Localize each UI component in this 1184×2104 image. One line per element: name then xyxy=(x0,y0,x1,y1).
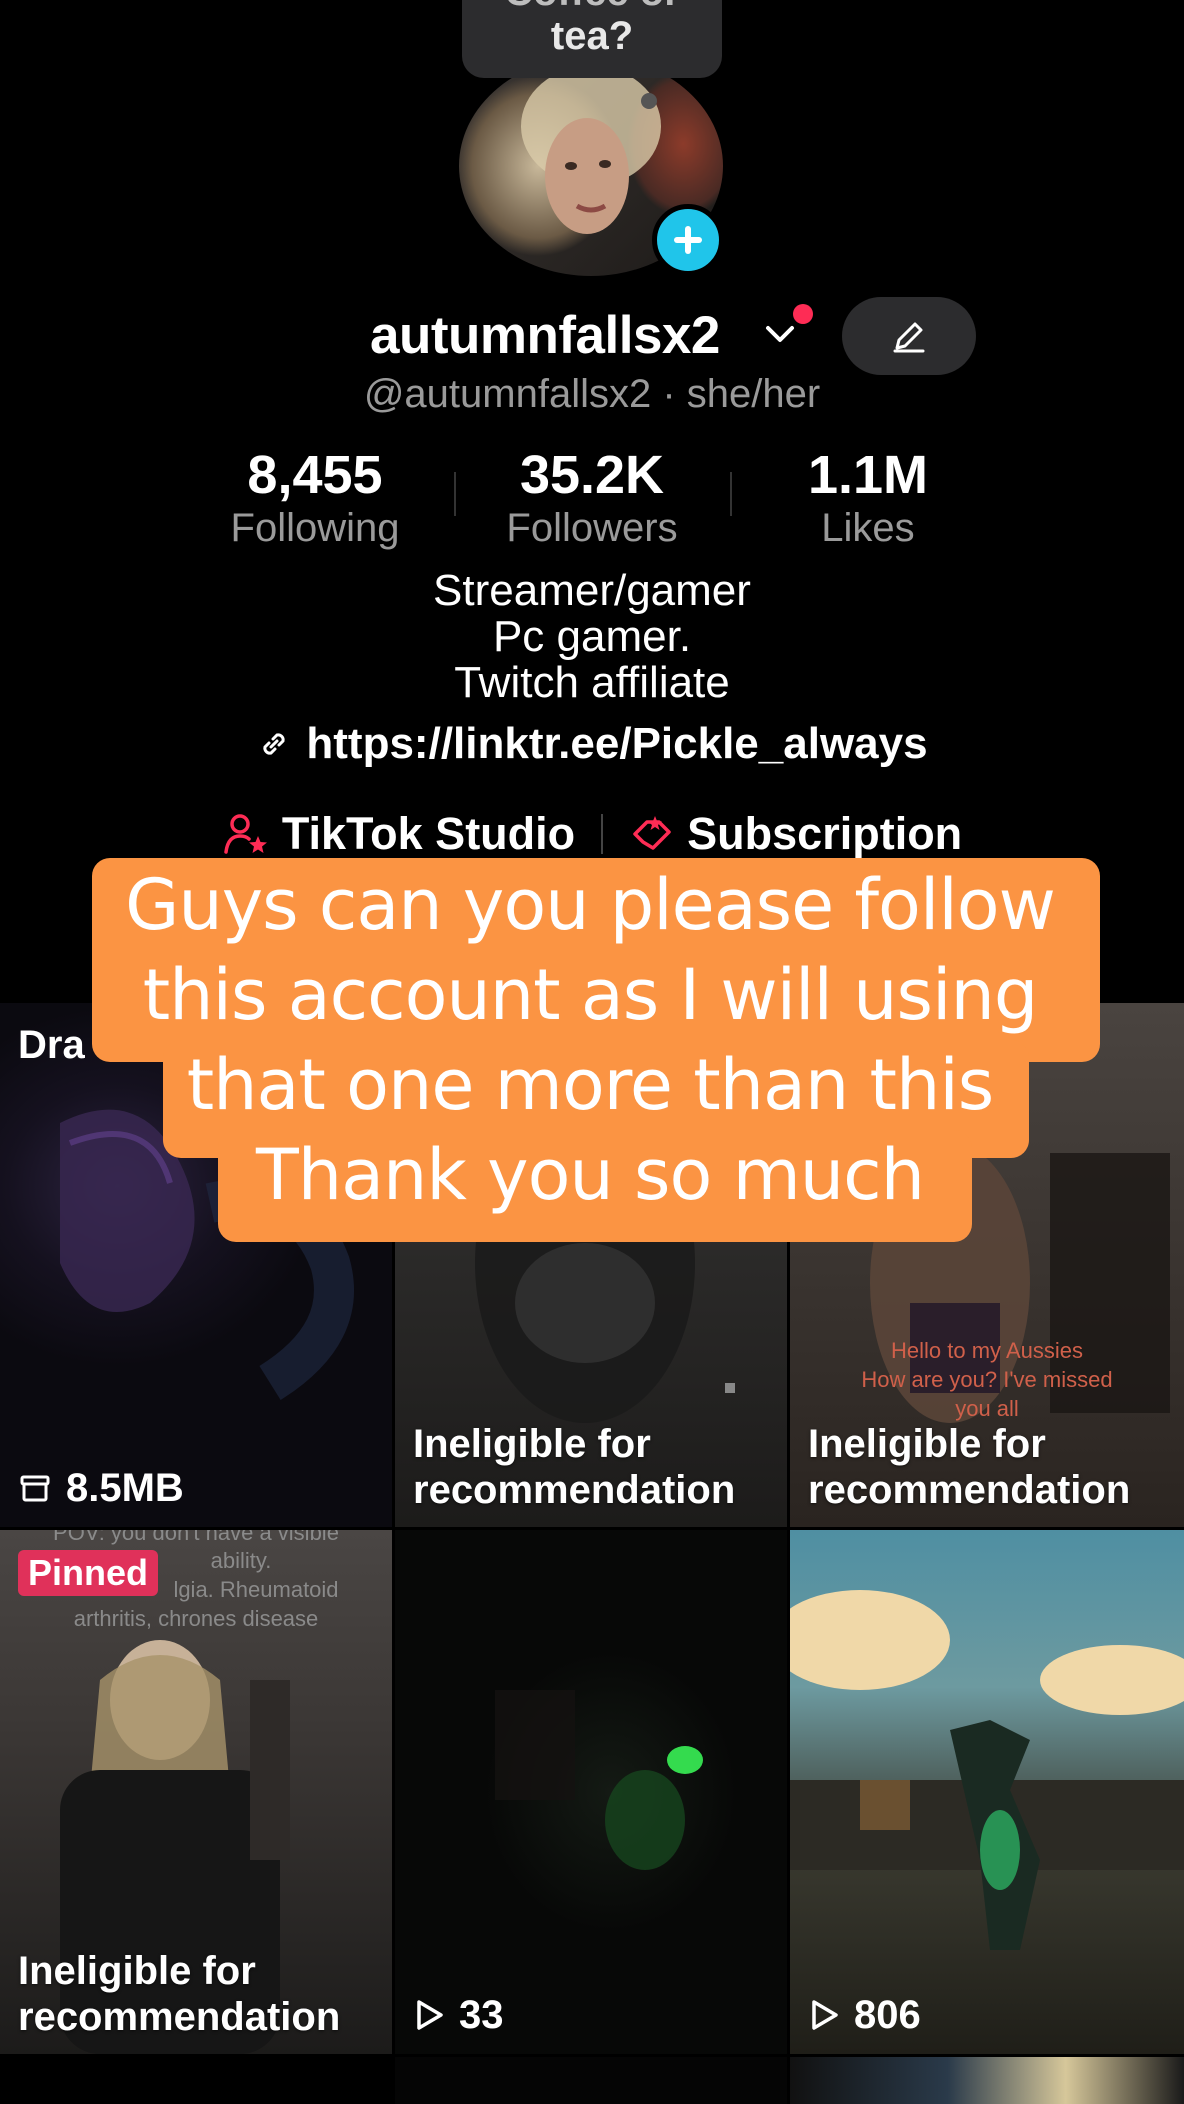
handle-pronouns: @autumnfallsx2 · she/her xyxy=(363,372,821,416)
ineligible-line1: Ineligible for xyxy=(413,1422,651,1466)
followers-count: 35.2K xyxy=(519,445,665,505)
stat-followers[interactable]: 35.2K Followers xyxy=(462,444,722,550)
video-tile[interactable] xyxy=(395,2057,787,2104)
bio-line: Twitch affiliate xyxy=(454,658,730,707)
likes-label: Likes xyxy=(821,506,915,550)
subscription-label: Subscription xyxy=(687,808,963,859)
draft-size: 8.5MB xyxy=(18,1465,184,1511)
caption-line: this account as I will using xyxy=(142,954,1039,1036)
caption-line: Thank you so much xyxy=(256,1134,925,1216)
stat-likes[interactable]: 1.1M Likes xyxy=(738,444,998,550)
overlay-line: you all xyxy=(955,1396,1019,1421)
username[interactable]: autumnfallsx2 xyxy=(370,306,720,366)
bio-line: Pc gamer. xyxy=(492,612,692,661)
studio-row: TikTok Studio Subscription xyxy=(0,808,1184,860)
bio-line: Streamer/gamer xyxy=(433,566,751,615)
view-count-text: 33 xyxy=(459,1993,504,2037)
video-tile[interactable] xyxy=(0,2057,392,2104)
overlay-line: arthritis, chrones disease xyxy=(73,1606,319,1631)
view-count-text: 806 xyxy=(854,1993,921,2037)
ineligible-label: Ineligible for recommendation xyxy=(413,1421,735,1513)
following-label: Following xyxy=(230,506,400,550)
plus-icon xyxy=(674,226,702,254)
play-icon xyxy=(812,2000,838,2030)
overlay-line: POV: you don't have a visible xyxy=(53,1530,339,1545)
video-tile-pinned[interactable]: POV: you don't have a visible ability. l… xyxy=(0,1530,392,2054)
bio-link[interactable]: https://linktr.ee/Pickle_always xyxy=(0,718,1184,770)
status-bubble-line2: tea? xyxy=(550,14,634,58)
view-count: 33 xyxy=(413,1992,504,2038)
video-tile[interactable] xyxy=(790,2057,1184,2104)
overlay-line: Hello to my Aussies xyxy=(891,1338,1083,1363)
pencil-icon xyxy=(893,322,925,353)
notification-dot xyxy=(793,304,813,324)
creator-star-icon xyxy=(224,814,267,854)
video-thumbnail xyxy=(790,1590,1184,1950)
video-tile[interactable]: 806 xyxy=(790,1530,1184,2054)
archive-icon xyxy=(20,1475,50,1502)
ineligible-line1: Ineligible for xyxy=(808,1422,1046,1466)
ineligible-line2: recommendation xyxy=(808,1468,1131,1512)
caption-text: Guys can you please follow this account … xyxy=(90,860,1090,1220)
view-count: 806 xyxy=(808,1992,921,2038)
stat-following[interactable]: 8,455 Following xyxy=(185,444,445,550)
video-tile[interactable]: 33 xyxy=(395,1530,787,2054)
followers-label: Followers xyxy=(506,506,678,550)
edit-profile-button[interactable] xyxy=(842,297,976,375)
video-overlay-text: Hello to my Aussies How are you? I've mi… xyxy=(790,1336,1184,1423)
play-icon xyxy=(417,2000,443,2030)
ineligible-line1: Ineligible for xyxy=(18,1949,256,1993)
ineligible-label: Ineligible for recommendation xyxy=(808,1421,1130,1513)
link-icon xyxy=(263,733,286,755)
following-count: 8,455 xyxy=(247,445,383,505)
likes-count: 1.1M xyxy=(807,445,929,505)
draft-size-text: 8.5MB xyxy=(66,1466,184,1510)
chevron-down-icon[interactable] xyxy=(762,316,798,352)
stat-divider xyxy=(730,472,732,516)
ineligible-line2: recommendation xyxy=(18,1995,341,2039)
video-thumbnail xyxy=(495,1690,703,1870)
tile-title: Dra xyxy=(18,1023,85,1067)
ineligible-label: Ineligible for recommendation xyxy=(18,1948,340,2040)
tiktok-studio-label: TikTok Studio xyxy=(281,808,576,859)
studio-divider xyxy=(601,814,604,854)
add-story-button[interactable] xyxy=(652,204,724,276)
subscription-button[interactable]: Subscription xyxy=(629,808,962,860)
caption-line: Guys can you please follow xyxy=(125,864,1056,946)
tiktok-studio-button[interactable]: TikTok Studio xyxy=(222,808,575,860)
ineligible-line2: recommendation xyxy=(413,1468,736,1512)
bio-link-text: https://linktr.ee/Pickle_always xyxy=(306,719,928,768)
status-bubble-line1: Coffee or xyxy=(504,0,680,14)
caption-line: that one more than this xyxy=(186,1044,995,1126)
overlay-line: How are you? I've missed xyxy=(861,1367,1113,1392)
pinned-badge: Pinned xyxy=(18,1550,159,1596)
stat-divider xyxy=(454,472,456,516)
status-bubble[interactable]: Coffee or tea? xyxy=(462,0,722,78)
subscription-icon xyxy=(633,816,671,850)
bio: Streamer/gamer Pc gamer. Twitch affiliat… xyxy=(0,568,1184,706)
